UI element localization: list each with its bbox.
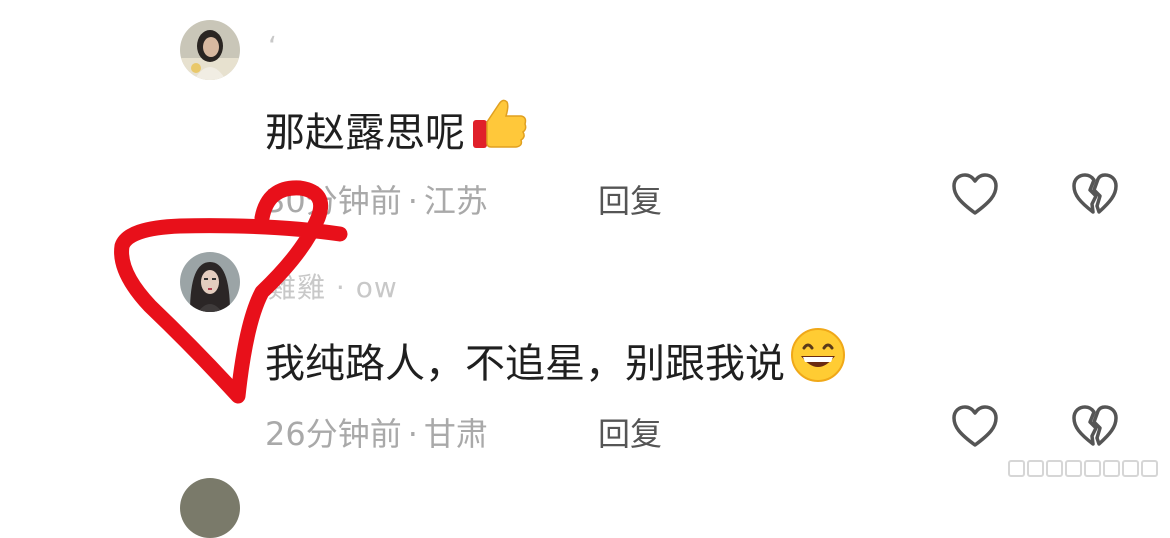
grinning-face-emoji-icon (789, 326, 847, 394)
avatar[interactable] (180, 252, 240, 312)
avatar[interactable] (180, 20, 240, 80)
like-button[interactable] (950, 402, 1000, 452)
reply-button[interactable]: 回复 (598, 176, 662, 222)
heart-outline-icon (952, 173, 998, 215)
comment-text: 我纯路人，不追星，别跟我说 (265, 326, 847, 394)
thumbs-up-emoji-icon (469, 96, 529, 162)
dislike-button[interactable] (1070, 170, 1120, 220)
next-comment-avatar[interactable] (180, 478, 240, 538)
username[interactable]: 雞雞 · ow (268, 266, 398, 306)
meta-separator: · (407, 415, 418, 453)
meta-separator: · (407, 182, 418, 220)
comment-location: 甘肃 (423, 415, 488, 453)
comment-text: 那赵露思呢 (265, 96, 529, 162)
comment-text-content: 那赵露思呢 (265, 110, 465, 156)
comment-text-content: 我纯路人，不追星，别跟我说 (265, 341, 785, 387)
dislike-button[interactable] (1070, 402, 1120, 452)
comment-meta: 30分钟前 · 江苏 (265, 176, 488, 222)
comment-time: 26分钟前 (265, 415, 402, 453)
comment-time: 30分钟前 (265, 182, 402, 220)
username[interactable]: ʻ (268, 30, 278, 63)
broken-heart-icon (1072, 173, 1118, 214)
heart-outline-icon (952, 405, 998, 447)
like-button[interactable] (950, 170, 1000, 220)
reply-button[interactable]: 回复 (598, 409, 662, 455)
broken-heart-icon (1072, 405, 1118, 446)
comment-meta: 26分钟前 · 甘肃 (265, 409, 488, 455)
comment-location: 江苏 (423, 182, 488, 220)
watermark-icon (1008, 460, 1158, 477)
